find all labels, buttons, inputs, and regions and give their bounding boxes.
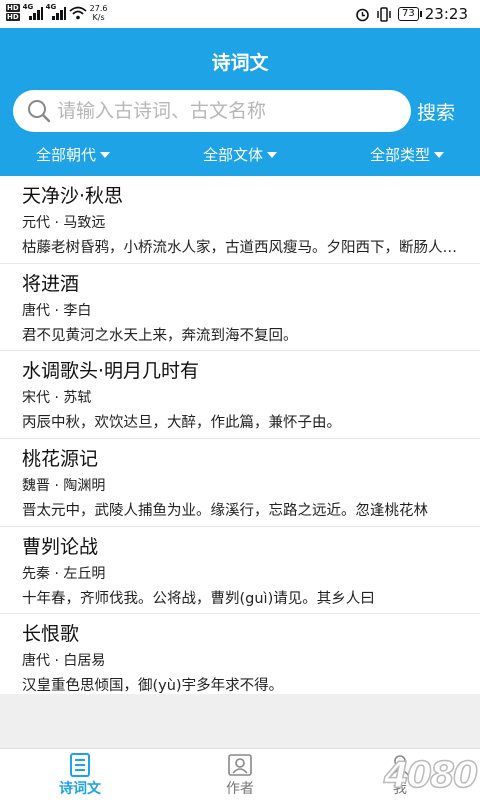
poem-author: 魏晋 · 陶渊明 (22, 478, 106, 495)
tab-label: 诗词文 (59, 780, 101, 797)
clock: 23:23 (424, 5, 468, 23)
poem-excerpt: 汉皇重色思倾国，御(yù)宇多年求不得。 (22, 678, 284, 694)
caret-down-icon (433, 151, 444, 158)
vibrate-icon (377, 6, 391, 22)
status-bar: HD HD 4G 4G 27.6 K/s 73 23:23 (0, 0, 480, 28)
poem-excerpt: 君不见黄河之水天上来，奔流到海不复回。 (22, 327, 298, 344)
genre-filter-label: 全部文体 (202, 146, 263, 164)
tab-label: 作者 (226, 780, 254, 797)
genre-filter[interactable]: 全部文体 (203, 144, 277, 165)
poem-author: 唐代 · 白居易 (22, 653, 106, 670)
list-item[interactable]: 长恨歌 唐代 · 白居易 汉皇重色思倾国，御(yù)宇多年求不得。 (0, 614, 480, 694)
type-filter[interactable]: 全部类型 (370, 144, 444, 165)
hd-icon: HD HD (6, 4, 20, 21)
poem-author: 元代 · 马致远 (22, 215, 106, 231)
list-item[interactable]: 将进酒 唐代 · 李白 君不见黄河之水天上来，奔流到海不复回。 (0, 264, 480, 352)
list-item[interactable]: 曹刿论战 先秦 · 左丘明 十年春，齐师伐我。公将战，曹刿(guì)请见。其乡人… (0, 527, 480, 615)
poem-title: 天净沙·秋思 (22, 185, 124, 207)
type-filter-label: 全部类型 (369, 146, 430, 164)
poem-title: 桃花源记 (22, 448, 99, 471)
signal-icon: 4G (23, 3, 43, 20)
caret-down-icon (267, 151, 277, 158)
empty-area (0, 694, 480, 748)
poem-author: 唐代 · 李白 (22, 302, 92, 319)
poem-title: 将进酒 (22, 272, 80, 295)
watermark-logo: 4080 (383, 754, 479, 797)
wifi-icon (69, 6, 87, 20)
list-item[interactable]: 水调歌头·明月几时有 宋代 · 苏轼 丙辰中秋，欢饮达旦，大醉，作此篇，兼怀子由… (0, 351, 480, 440)
net-speed: 27.6 K/s (89, 4, 108, 22)
poem-author: 先秦 · 左丘明 (22, 565, 106, 582)
search-input[interactable] (57, 100, 387, 122)
poem-title: 曹刿论战 (22, 535, 99, 558)
poem-list: 天净沙·秋思 元代 · 马致远 枯藤老树昏鸦，小桥流水人家，古道西风瘦马。夕阳西… (0, 176, 480, 694)
poem-title: 长恨歌 (22, 623, 80, 646)
poem-author: 宋代 · 苏轼 (22, 390, 92, 407)
list-item[interactable]: 天净沙·秋思 元代 · 马致远 枯藤老树昏鸦，小桥流水人家，古道西风瘦马。夕阳西… (0, 176, 480, 264)
dynasty-filter-label: 全部朝代 (36, 146, 97, 164)
tab-authors[interactable]: 作者 (160, 749, 320, 800)
poem-title: 水调歌头·明月几时有 (22, 360, 200, 383)
dynasty-filter[interactable]: 全部朝代 (36, 144, 111, 165)
poem-excerpt: 十年春，齐师伐我。公将战，曹刿(guì)请见。其乡人曰 (22, 590, 375, 607)
caret-down-icon (100, 151, 111, 158)
document-icon (70, 752, 90, 777)
person-card-icon (228, 753, 252, 776)
poem-excerpt: 晋太元中，武陵人捕鱼为业。缘溪行，忘路之远近。忽逢桃花林 (22, 503, 428, 520)
signal-icon: 4G (46, 3, 66, 20)
list-item[interactable]: 桃花源记 魏晋 · 陶渊明 晋太元中，武陵人捕鱼为业。缘溪行，忘路之远近。忽逢桃… (0, 439, 480, 527)
page-title: 诗词文 (211, 52, 269, 74)
tab-poems[interactable]: 诗词文 (0, 749, 160, 800)
poem-excerpt: 丙辰中秋，欢饮达旦，大醉，作此篇，兼怀子由。 (22, 415, 341, 432)
search-box[interactable] (13, 90, 411, 132)
header: 诗词文 搜索 全部朝代 全部文体 全部类型 (0, 28, 480, 176)
poem-excerpt: 枯藤老树昏鸦，小桥流水人家，古道西风瘦马。夕阳西下，断肠人在天涯。 (22, 240, 458, 256)
filter-bar: 全部朝代 全部文体 全部类型 (0, 144, 480, 165)
search-icon (28, 100, 51, 123)
battery-icon: 73 (398, 7, 422, 21)
alarm-icon (356, 8, 369, 21)
search-button[interactable]: 搜索 (417, 98, 455, 125)
